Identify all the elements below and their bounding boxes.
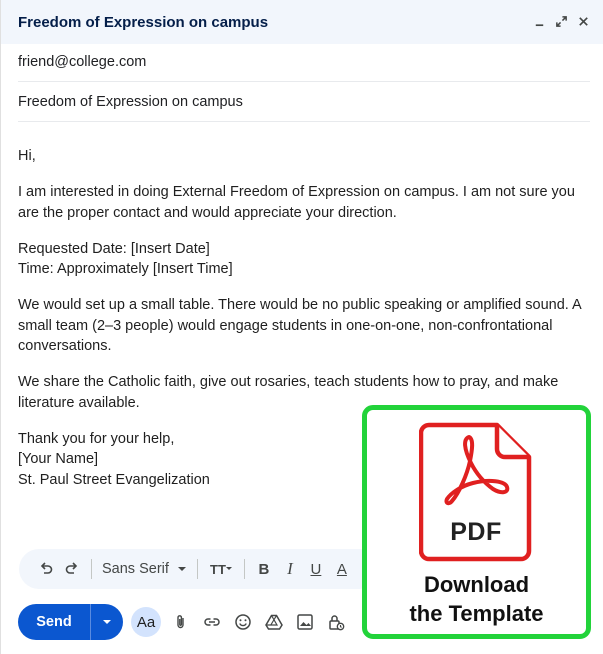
formatting-options-button[interactable]: Aa: [131, 607, 161, 637]
minimize-icon[interactable]: [532, 12, 546, 30]
italic-icon[interactable]: I: [277, 555, 303, 583]
subject-text: Freedom of Expression on campus: [18, 93, 243, 110]
greeting: Hi,: [18, 148, 36, 164]
signature-name: [Your Name]: [18, 451, 99, 467]
toolbar-divider: [196, 559, 198, 579]
requested-date-line: Requested Date: [Insert Date]: [18, 240, 210, 257]
download-caption-line1: Download: [423, 572, 530, 597]
underline-icon[interactable]: U: [303, 555, 329, 583]
drive-icon[interactable]: [263, 611, 285, 633]
compose-header: Freedom of Expression on campus: [1, 0, 603, 44]
compose-bottom-toolbar: Send Aa: [18, 604, 347, 640]
to-recipient: friend@college.com: [18, 53, 147, 70]
toolbar-divider: [243, 559, 245, 579]
body-paragraph-intro: I am interested in doing External Freedo…: [18, 184, 575, 221]
lock-clock-icon[interactable]: [325, 611, 347, 633]
redo-icon[interactable]: [59, 555, 85, 583]
text-color-icon[interactable]: A: [329, 555, 355, 583]
date-time-block: Requested Date: [Insert Date] Time: Appr…: [18, 239, 590, 280]
emoji-icon[interactable]: [232, 611, 254, 633]
compose-title: Freedom of Expression on campus: [18, 13, 269, 31]
bold-icon[interactable]: B: [251, 555, 277, 583]
window-controls: [532, 12, 590, 30]
closing-line: Thank you for your help,: [18, 430, 175, 447]
font-family-label: Sans Serif: [102, 561, 169, 577]
close-icon[interactable]: [576, 12, 590, 30]
svg-text:TT: TT: [210, 562, 226, 577]
font-family-dropdown[interactable]: Sans Serif: [98, 561, 191, 577]
compose-window: Freedom of Expression on campus friend@c…: [0, 0, 603, 654]
expand-icon[interactable]: [554, 12, 568, 30]
link-icon[interactable]: [201, 611, 223, 633]
undo-icon[interactable]: [33, 555, 59, 583]
send-options-button[interactable]: [91, 604, 123, 640]
chevron-down-icon: [103, 620, 111, 624]
chevron-down-icon: [177, 567, 186, 571]
toolbar-divider: [91, 559, 92, 579]
photo-icon[interactable]: [294, 611, 316, 633]
subject-field[interactable]: Freedom of Expression on campus: [18, 82, 590, 122]
to-field[interactable]: friend@college.com: [18, 42, 590, 82]
font-size-icon[interactable]: TT: [204, 555, 238, 583]
send-button-group: Send: [18, 604, 123, 640]
attach-icon[interactable]: [170, 611, 192, 633]
formatting-toolbar: Sans Serif TT B I U A: [19, 549, 379, 589]
download-caption-line2: the Template: [409, 601, 544, 626]
download-caption: Download the Template: [367, 570, 586, 628]
time-line: Time: Approximately [Insert Time]: [18, 261, 233, 277]
pdf-label: PDF: [450, 518, 502, 546]
signature-org: St. Paul Street Evangelization: [18, 471, 210, 488]
send-button[interactable]: Send: [18, 604, 90, 640]
download-template-overlay[interactable]: PDF Download the Template: [362, 405, 591, 639]
body-paragraph-setup: We would set up a small table. There wou…: [18, 297, 581, 354]
